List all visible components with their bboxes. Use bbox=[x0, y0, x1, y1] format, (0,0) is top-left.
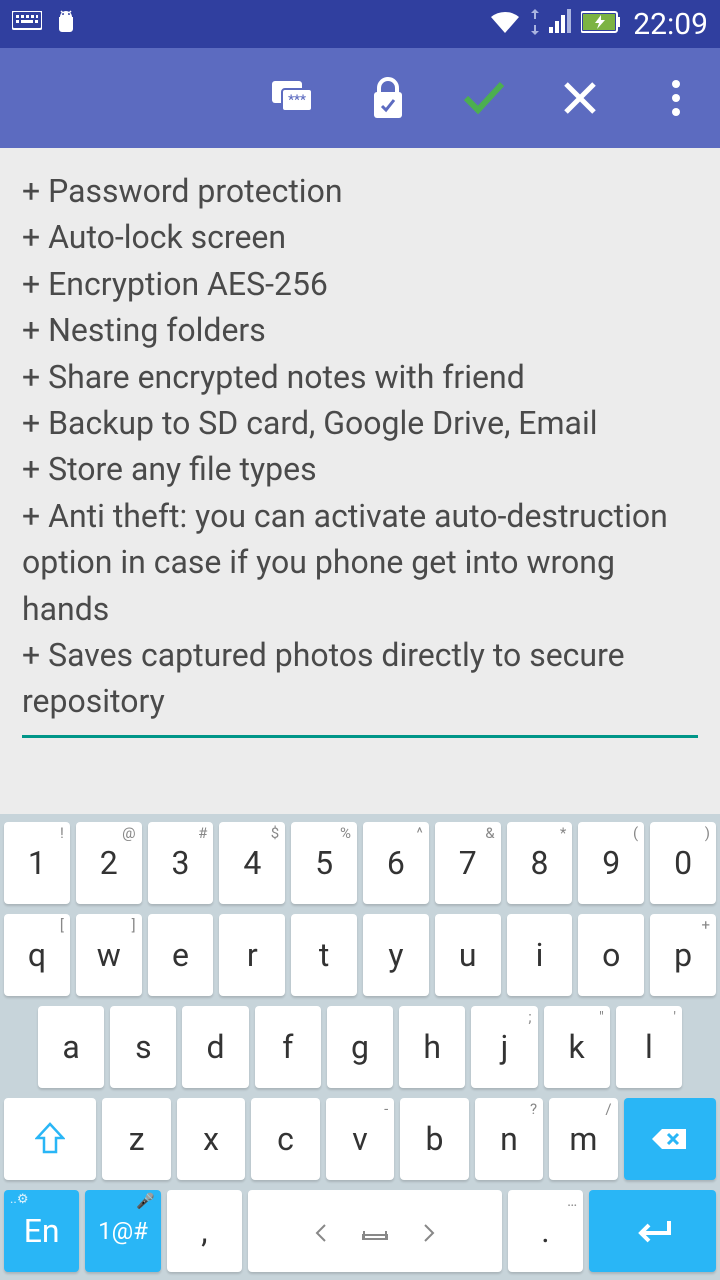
note-text-editor[interactable]: + Password protection + Auto-lock screen… bbox=[22, 168, 698, 738]
data-arrows-icon bbox=[527, 9, 543, 39]
keyboard-row-5: ..⚙ En 🎤 1@# , … . bbox=[4, 1190, 716, 1272]
key-v[interactable]: -v bbox=[326, 1098, 394, 1180]
key-m[interactable]: /m bbox=[549, 1098, 617, 1180]
status-bar: 22:09 bbox=[0, 0, 720, 48]
status-left bbox=[12, 9, 78, 39]
svg-text:***: *** bbox=[288, 93, 306, 108]
key-o[interactable]: o bbox=[578, 914, 644, 996]
android-debug-icon bbox=[54, 9, 78, 39]
backspace-key[interactable] bbox=[624, 1098, 716, 1180]
key-0[interactable]: )0 bbox=[650, 822, 716, 904]
key-z[interactable]: z bbox=[102, 1098, 170, 1180]
note-content-area: + Password protection + Auto-lock screen… bbox=[0, 148, 720, 738]
status-time: 22:09 bbox=[633, 7, 708, 42]
key-r[interactable]: r bbox=[219, 914, 285, 996]
key-s[interactable]: s bbox=[110, 1006, 176, 1088]
keyboard-row-4: zxc-vb?n/m bbox=[4, 1098, 716, 1180]
period-key[interactable]: … . bbox=[508, 1190, 583, 1272]
key-b[interactable]: b bbox=[400, 1098, 468, 1180]
signal-icon bbox=[549, 9, 575, 39]
battery-charging-icon bbox=[581, 10, 621, 38]
key-a[interactable]: a bbox=[38, 1006, 104, 1088]
shift-key[interactable] bbox=[4, 1098, 96, 1180]
key-k[interactable]: "k bbox=[544, 1006, 610, 1088]
key-y[interactable]: y bbox=[363, 914, 429, 996]
comma-key[interactable]: , bbox=[167, 1190, 242, 1272]
key-x[interactable]: x bbox=[177, 1098, 245, 1180]
key-2[interactable]: @2 bbox=[76, 822, 142, 904]
key-e[interactable]: e bbox=[148, 914, 214, 996]
language-key[interactable]: ..⚙ En bbox=[4, 1190, 79, 1272]
enter-key[interactable] bbox=[589, 1190, 716, 1272]
key-8[interactable]: *8 bbox=[507, 822, 573, 904]
soft-keyboard: !1@2#3$4%5^6&7*8(9)0 [q]wertyuio+p asdfg… bbox=[0, 814, 720, 1280]
key-h[interactable]: h bbox=[399, 1006, 465, 1088]
wifi-icon bbox=[489, 9, 521, 39]
key-c[interactable]: c bbox=[251, 1098, 319, 1180]
key-g[interactable]: g bbox=[327, 1006, 393, 1088]
key-n[interactable]: ?n bbox=[475, 1098, 543, 1180]
password-chat-button[interactable]: *** bbox=[260, 66, 324, 130]
key-i[interactable]: i bbox=[507, 914, 573, 996]
key-5[interactable]: %5 bbox=[291, 822, 357, 904]
key-p[interactable]: +p bbox=[650, 914, 716, 996]
space-key[interactable] bbox=[248, 1190, 502, 1272]
overflow-menu-button[interactable] bbox=[644, 66, 708, 130]
keyboard-indicator-icon bbox=[12, 11, 42, 37]
key-w[interactable]: ]w bbox=[76, 914, 142, 996]
key-7[interactable]: &7 bbox=[435, 822, 501, 904]
key-6[interactable]: ^6 bbox=[363, 822, 429, 904]
key-d[interactable]: d bbox=[182, 1006, 248, 1088]
key-l[interactable]: 'l bbox=[616, 1006, 682, 1088]
key-1[interactable]: !1 bbox=[4, 822, 70, 904]
keyboard-row-1: !1@2#3$4%5^6&7*8(9)0 bbox=[4, 822, 716, 904]
key-9[interactable]: (9 bbox=[578, 822, 644, 904]
key-q[interactable]: [q bbox=[4, 914, 70, 996]
key-t[interactable]: t bbox=[291, 914, 357, 996]
key-j[interactable]: ;j bbox=[471, 1006, 537, 1088]
cancel-button[interactable] bbox=[548, 66, 612, 130]
app-toolbar: *** bbox=[0, 48, 720, 148]
key-u[interactable]: u bbox=[435, 914, 501, 996]
status-right: 22:09 bbox=[489, 7, 708, 42]
key-f[interactable]: f bbox=[255, 1006, 321, 1088]
confirm-button[interactable] bbox=[452, 66, 516, 130]
lock-button[interactable] bbox=[356, 66, 420, 130]
keyboard-row-3: asdfgh;j"k'l bbox=[4, 1006, 716, 1088]
key-4[interactable]: $4 bbox=[219, 822, 285, 904]
keyboard-row-2: [q]wertyuio+p bbox=[4, 914, 716, 996]
symbols-key[interactable]: 🎤 1@# bbox=[85, 1190, 160, 1272]
key-3[interactable]: #3 bbox=[148, 822, 214, 904]
